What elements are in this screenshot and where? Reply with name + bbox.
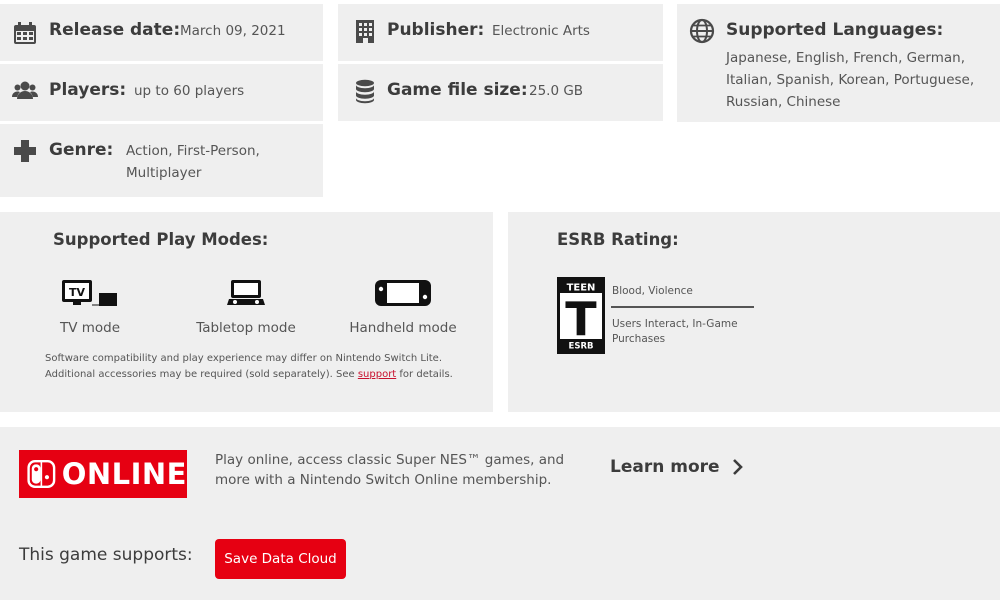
- release-date-label: Release date:: [49, 20, 181, 40]
- learn-more-label: Learn more: [610, 457, 720, 477]
- file-size-label: Game file size:: [387, 80, 528, 100]
- languages-label: Supported Languages:: [726, 20, 944, 40]
- online-logo-text: ONLINE: [61, 457, 187, 491]
- handheld-mode-label: Handheld mode: [349, 320, 457, 336]
- handheld-mode: Handheld mode: [347, 278, 459, 336]
- database-icon: [352, 78, 378, 104]
- play-modes-title: Supported Play Modes:: [53, 230, 269, 249]
- publisher-value: Electronic Arts: [492, 23, 590, 39]
- esrb-teen-icon: TEEN T ESRB: [560, 280, 602, 352]
- release-date-value: March 09, 2021: [180, 23, 286, 39]
- support-link[interactable]: support: [358, 369, 396, 380]
- players-value: up to 60 players: [134, 83, 245, 99]
- publisher-card: Publisher: Electronic Arts: [338, 4, 663, 61]
- genre-label: Genre:: [49, 140, 114, 160]
- release-date-card: Release date: March 09, 2021: [0, 4, 323, 61]
- online-description: Play online, access classic Super NES™ g…: [215, 452, 565, 488]
- save-data-cloud-button[interactable]: Save Data Cloud: [215, 539, 346, 579]
- tv-mode-icon-text: TV: [69, 286, 86, 299]
- players-label: Players:: [49, 80, 127, 100]
- tv-mode: TV TV mode: [50, 278, 130, 336]
- genre-card: Genre: Action, First-Person, Multiplayer: [0, 124, 323, 197]
- tv-mode-icon: TV: [62, 280, 117, 306]
- chevron-right-icon: [732, 459, 743, 475]
- languages-card: Supported Languages: Japanese, English, …: [677, 4, 1000, 122]
- calendar-icon: [12, 20, 38, 46]
- file-size-value: 25.0 GB: [529, 83, 584, 99]
- tabletop-mode-label: Tabletop mode: [196, 320, 296, 336]
- languages-value: Japanese, English, French, German, Itali…: [726, 50, 975, 110]
- players-card: Players: up to 60 players: [0, 64, 323, 121]
- publisher-label: Publisher:: [387, 20, 485, 40]
- building-icon: [352, 18, 378, 44]
- esrb-title: ESRB Rating:: [557, 230, 679, 249]
- handheld-mode-icon: [375, 280, 431, 306]
- esrb-interactive-elements: Users Interact, In-Game Purchases: [612, 318, 738, 345]
- switch-online-logo: ONLINE: [19, 450, 187, 498]
- learn-more-link[interactable]: Learn more: [610, 457, 744, 477]
- tabletop-mode: Tabletop mode: [191, 278, 301, 336]
- esrb-badge-letter: T: [565, 292, 597, 346]
- game-supports-label: This game supports:: [19, 545, 193, 565]
- users-icon: [12, 78, 38, 104]
- play-modes-note: Software compatibility and play experien…: [45, 351, 475, 383]
- dpad-icon: [12, 138, 38, 164]
- switch-logo-icon: [27, 460, 56, 488]
- file-size-card: Game file size: 25.0 GB: [338, 64, 663, 121]
- esrb-rating-badge: TEEN T ESRB: [557, 277, 605, 354]
- play-modes-card: Supported Play Modes: TV TV mode Tableto…: [0, 212, 493, 412]
- genre-value: Action, First-Person, Multiplayer: [126, 143, 260, 181]
- esrb-badge-bottom: ESRB: [569, 342, 594, 352]
- globe-icon: [689, 18, 715, 44]
- tv-mode-label: TV mode: [59, 320, 121, 336]
- tabletop-mode-icon: [227, 280, 265, 305]
- esrb-divider: [611, 306, 754, 308]
- play-modes-note-end: for details.: [396, 369, 453, 380]
- esrb-content-descriptors: Blood, Violence: [612, 285, 693, 297]
